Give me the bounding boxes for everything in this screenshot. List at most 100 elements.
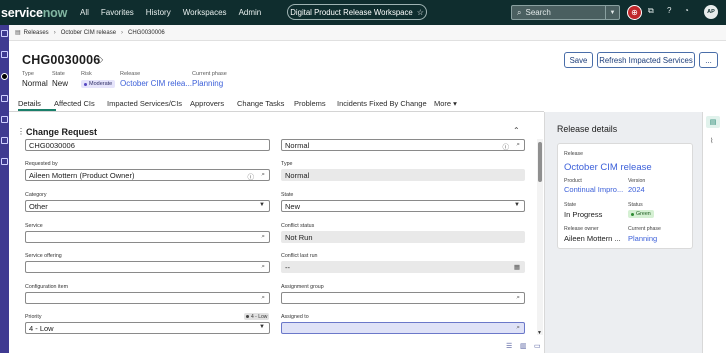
state-value-card: In Progress [564,210,603,219]
tab-incidents-fixed[interactable]: Incidents Fixed By Change [337,99,427,108]
tab-impacted-services[interactable]: Impacted Services/CIs [107,99,182,108]
chat-icon[interactable]: ⧉ [648,6,654,16]
global-search-input[interactable]: ⌕ Search ▼ [511,5,620,20]
configuration-item-field[interactable]: ⌕ [25,292,270,304]
number-field[interactable]: CHG0030006 [25,139,270,151]
split-view-icon[interactable]: ▥ [520,342,527,350]
report-icon[interactable] [1,137,8,144]
list-view-icon[interactable]: ☰ [506,342,512,350]
servicenow-logo[interactable]: servicenow [0,6,70,20]
release-link[interactable]: October CIM release [564,162,652,173]
meta-release-link[interactable]: October CIM relea... [120,79,192,88]
breadcrumb-current: CHG0030006 [128,29,165,36]
nav-history[interactable]: History [146,8,171,17]
drag-handle-icon[interactable]: ⋮ [17,127,25,136]
tab-change-tasks[interactable]: Change Tasks [237,99,284,108]
state-select[interactable]: New ▼ [281,200,525,212]
attachment-icon[interactable]: ⌇ [710,137,713,145]
chevron-down-icon: ▼ [259,324,265,330]
workspace-title: Digital Product Release Workspace [290,7,413,17]
phase-label-card: Current phase [628,226,661,232]
requested-by-label: Requested by [25,161,58,167]
release-label: Release [564,151,584,157]
search-icon[interactable]: ⌕ [261,233,265,241]
version-link[interactable]: 2024 [628,185,645,194]
category-select[interactable]: Other ▼ [25,200,270,212]
globe-icon[interactable]: ⊕ [627,5,642,20]
nav-favorites[interactable]: Favorites [101,8,134,17]
refresh-impacted-services-button[interactable]: Refresh Impacted Services [597,52,695,68]
search-icon[interactable]: ⌕ [261,294,265,302]
page-title: CHG0030006 [22,53,101,67]
risk-badge: Moderate [81,80,116,88]
priority-label: Priority [25,314,42,320]
nav-admin[interactable]: Admin [239,8,262,17]
tag-icon[interactable]: ◇ [97,55,103,64]
notifications-icon[interactable]: ◔ [684,6,689,15]
nav-workspaces[interactable]: Workspaces [183,8,227,17]
priority-select[interactable]: 4 - Low ▼ [25,322,270,334]
tab-approvers[interactable]: Approvers [190,99,224,108]
service-field[interactable]: ⌕ [25,231,270,243]
right-context-rail [702,112,726,353]
info-icon[interactable]: ⓘ [248,171,255,181]
tab-problems[interactable]: Problems [294,99,326,108]
workspace-title-pill[interactable]: Digital Product Release Workspace ☆ [287,4,427,20]
search-icon[interactable]: ⌕ [516,141,520,149]
chevron-down-icon: ▼ [259,202,265,208]
service-offering-field[interactable]: ⌕ [25,261,270,273]
tab-affected-cis[interactable]: Affected CIs [54,99,95,108]
grid-icon[interactable] [1,158,8,165]
meta-state-value: New [52,79,69,88]
search-icon[interactable]: ⌕ [261,171,265,179]
conflict-last-run-field: -- ▦ [281,261,525,273]
type-label: Type [281,161,293,167]
search-icon[interactable]: ⌕ [516,324,520,332]
top-navigation-bar: servicenow All Favorites History Workspa… [0,0,726,25]
calendar-icon[interactable] [1,95,8,102]
search-icon: ⌕ [517,7,522,17]
save-button[interactable]: Save [564,52,593,68]
requested-by-field[interactable]: Aileen Mottern (Product Owner) ⓘ ⌕ [25,169,270,181]
model-field[interactable]: Normal ⓘ ⌕ [281,139,525,151]
more-actions-button[interactable]: ... [699,52,718,68]
tab-more[interactable]: More ▾ [434,99,457,108]
document-icon[interactable] [1,116,8,123]
release-details-tab-icon[interactable]: ▤ [706,116,720,128]
workspace-icon[interactable] [1,73,8,80]
nav-all[interactable]: All [80,8,89,17]
list-icon[interactable] [1,51,8,58]
meta-phase-value[interactable]: Planning [192,79,223,88]
search-icon[interactable]: ⌕ [261,263,265,271]
scroll-thumb[interactable] [538,142,542,182]
avatar[interactable]: AP [704,5,718,19]
search-icon[interactable]: ⌕ [516,294,520,302]
tab-details[interactable]: Details [18,99,41,108]
assigned-to-field[interactable]: ⌕ [281,322,525,334]
section-title: Change Request [26,127,98,137]
conflict-status-label: Conflict status [281,223,315,229]
search-scope-dropdown[interactable]: ▼ [605,6,619,19]
breadcrumb-releases[interactable]: Releases [24,30,49,36]
category-label: Category [25,192,47,198]
info-icon[interactable]: ⓘ [503,141,510,151]
panel-view-icon[interactable]: ▭ [534,342,541,350]
scroll-down-icon[interactable]: ▼ [537,330,542,336]
record-tabs: Details Affected CIs Impacted Services/C… [9,96,544,112]
star-icon[interactable]: ☆ [417,8,424,17]
product-link[interactable]: Continual Impro... [564,185,623,194]
help-icon[interactable]: ? [667,6,671,15]
meta-type-label: Type [22,71,34,77]
view-switcher: ☰ ▥ ▭ [9,340,544,353]
assignment-group-label: Assignment group [281,284,324,290]
breadcrumb-release[interactable]: October CIM release [61,30,116,36]
meta-phase-label: Current phase [192,71,227,77]
state-label: State [281,192,294,198]
chevron-up-icon[interactable]: ⌃ [513,126,520,135]
home-icon[interactable] [1,30,8,37]
assignment-group-field[interactable]: ⌕ [281,292,525,304]
service-label: Service [25,223,43,229]
product-label: Product [564,178,582,184]
phase-link-card[interactable]: Planning [628,234,657,243]
conflict-last-run-label: Conflict last run [281,253,318,259]
